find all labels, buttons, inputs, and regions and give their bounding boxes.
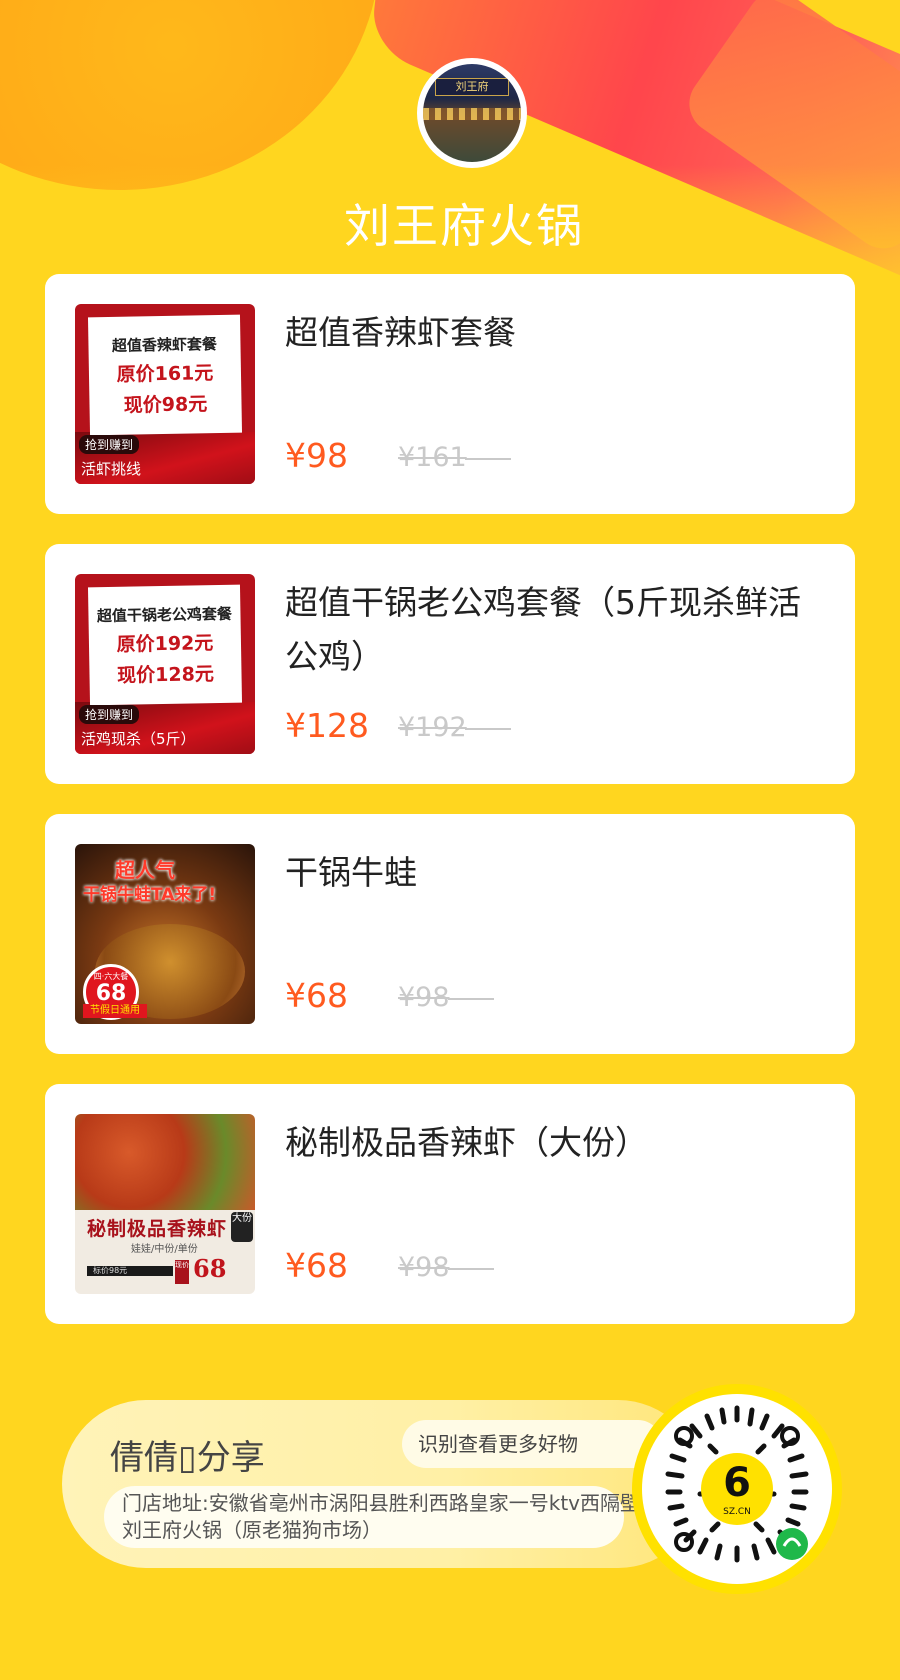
product-name[interactable]: 秘制极品香辣虾（大份）: [285, 1116, 815, 1170]
badge-price: 68: [95, 981, 127, 1006]
store-title: 刘王府火锅: [344, 199, 584, 253]
thumb-title: 秘制极品香辣虾: [87, 1218, 228, 1240]
qr-brand: SZ.CN: [723, 1507, 751, 1517]
product-price: ¥98: [285, 436, 348, 475]
sharer-name: 倩倩▯分享: [110, 1438, 265, 1478]
product-card[interactable]: 秘制极品香辣虾 娃娃/中份/单份 标价98元 现价 68 大份 秘制极品香辣虾（…: [45, 1084, 855, 1324]
poster-line: 现价128元: [116, 662, 215, 687]
product-card[interactable]: 超值干锅老公鸡套餐 原价192元 现价128元 抢到赚到 活鸡现杀（5斤） 超值…: [45, 544, 855, 784]
poster-paper: 超值香辣虾套餐 原价161元 现价98元: [87, 314, 243, 436]
product-original-price: ¥192: [398, 712, 511, 743]
store-photo: 刘王府: [423, 64, 521, 162]
shrimp-image: 秘制极品香辣虾 娃娃/中份/单份 标价98元 现价 68 大份: [75, 1114, 255, 1294]
poster-image: 超值干锅老公鸡套餐 原价192元 现价128元 抢到赚到 活鸡现杀（5斤）: [75, 574, 255, 754]
product-thumbnail[interactable]: 超值干锅老公鸡套餐 原价192元 现价128元 抢到赚到 活鸡现杀（5斤）: [75, 574, 255, 754]
product-price: ¥128: [285, 706, 369, 745]
poster-line: 原价192元: [116, 631, 214, 656]
product-price: ¥68: [285, 1246, 348, 1285]
mini-program-code[interactable]: 6 SZ.CN: [632, 1384, 842, 1594]
product-original-price: ¥161: [398, 442, 511, 473]
svg-text:6: 6: [723, 1460, 751, 1506]
poster-line: 原价161元: [116, 361, 214, 386]
food-photo: [75, 1114, 255, 1210]
thumb-seal: 大份: [231, 1212, 253, 1242]
poster-tag: 抢到赚到: [79, 705, 140, 724]
thumb-bar: 标价98元: [87, 1266, 173, 1276]
store-avatar[interactable]: 刘王府: [417, 58, 527, 168]
store-lights: [423, 108, 521, 120]
qr-pattern-icon: 6 SZ.CN: [665, 1405, 809, 1563]
product-original-price: ¥98: [398, 982, 494, 1013]
product-card[interactable]: 超人气 干锅牛蛙TA来了! 四·六大餐 68 节假日通用 干锅牛蛙 ¥68 ¥9…: [45, 814, 855, 1054]
poster-image: 超值香辣虾套餐 原价161元 现价98元 抢到赚到 活虾挑线: [75, 304, 255, 484]
store-sign: 刘王府: [435, 78, 509, 96]
product-name[interactable]: 超值香辣虾套餐: [285, 306, 815, 360]
thumb-subtitle: 娃娃/中份/单份: [131, 1244, 198, 1255]
product-thumbnail[interactable]: 超人气 干锅牛蛙TA来了! 四·六大餐 68 节假日通用: [75, 844, 255, 1024]
poster-line: 超值香辣虾套餐: [111, 334, 218, 355]
thumb-price: 68: [193, 1254, 227, 1283]
qr-code[interactable]: 6 SZ.CN: [642, 1394, 832, 1584]
poster-tag: 活虾挑线: [81, 460, 142, 478]
product-name[interactable]: 干锅牛蛙: [285, 846, 815, 900]
poster-tag: 活鸡现杀（5斤）: [81, 730, 196, 748]
poster-paper: 超值干锅老公鸡套餐 原价192元 现价128元: [87, 584, 243, 706]
thumb-headline: 超人气: [115, 858, 175, 882]
product-card[interactable]: 超值香辣虾套餐 原价161元 现价98元 抢到赚到 活虾挑线 超值香辣虾套餐 ¥…: [45, 274, 855, 514]
poster-line: 现价98元: [123, 392, 208, 417]
product-price: ¥68: [285, 976, 348, 1015]
thumb-headline: 干锅牛蛙TA来了!: [83, 885, 217, 905]
product-thumbnail[interactable]: 超值香辣虾套餐 原价161元 现价98元 抢到赚到 活虾挑线: [75, 304, 255, 484]
frog-pot-image: 超人气 干锅牛蛙TA来了! 四·六大餐 68 节假日通用: [75, 844, 255, 1024]
poster-line: 超值干锅老公鸡套餐: [96, 604, 233, 625]
scan-hint: 识别查看更多好物: [402, 1420, 662, 1468]
share-banner: 倩倩▯分享 识别查看更多好物 门店地址:安徽省亳州市涡阳县胜利西路皇家一号ktv…: [62, 1400, 702, 1568]
product-original-price: ¥98: [398, 1252, 494, 1283]
holiday-label: 节假日通用: [83, 1004, 147, 1018]
product-thumbnail[interactable]: 秘制极品香辣虾 娃娃/中份/单份 标价98元 现价 68 大份: [75, 1114, 255, 1294]
store-address: 门店地址:安徽省亳州市涡阳县胜利西路皇家一号ktv西隔壁刘王府火锅（原老猫狗市场…: [122, 1491, 640, 1542]
poster-tag: 抢到赚到: [79, 435, 140, 454]
thumb-price-box: 现价: [175, 1260, 189, 1284]
product-name[interactable]: 超值干锅老公鸡套餐（5斤现杀鲜活公鸡）: [285, 576, 815, 684]
